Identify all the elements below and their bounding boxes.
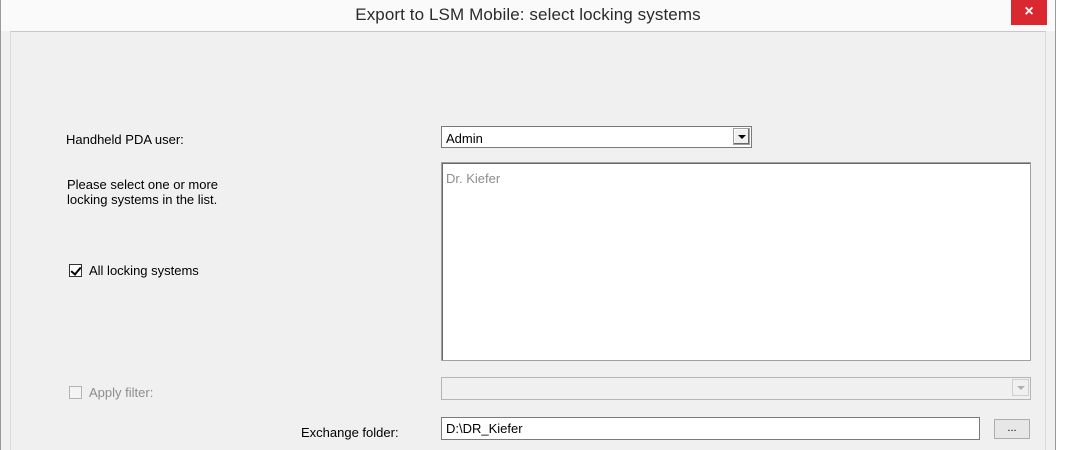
dialog-content: Handheld PDA user: Admin Please select o…	[10, 31, 1046, 450]
all-locking-systems-label[interactable]: All locking systems	[89, 263, 199, 278]
pda-user-dropdown-button[interactable]	[733, 128, 750, 145]
apply-filter-checkbox[interactable]	[69, 386, 82, 399]
list-item[interactable]: Dr. Kiefer	[446, 171, 500, 186]
instructions-line-1: Please select one or more	[67, 177, 219, 192]
pda-user-label: Handheld PDA user:	[66, 132, 184, 147]
locking-systems-list[interactable]: Dr. Kiefer	[441, 162, 1031, 361]
filter-select[interactable]	[441, 377, 1031, 400]
all-locking-systems-checkbox[interactable]	[69, 264, 82, 277]
pda-user-value: Admin	[446, 131, 483, 146]
exchange-folder-value: D:\DR_Kiefer	[446, 421, 523, 436]
exchange-folder-label: Exchange folder:	[301, 425, 399, 440]
apply-filter-label[interactable]: Apply filter:	[89, 385, 153, 400]
exchange-folder-input[interactable]: D:\DR_Kiefer	[441, 417, 980, 440]
filter-dropdown-button[interactable]	[1012, 379, 1029, 396]
pda-user-select[interactable]: Admin	[441, 126, 752, 148]
chevron-down-icon	[1017, 386, 1025, 390]
window-title: Export to LSM Mobile: select locking sys…	[355, 5, 701, 24]
instructions-line-2: locking systems in the list.	[67, 192, 218, 207]
close-icon: ×	[1024, 3, 1034, 20]
browse-folder-button[interactable]: ...	[994, 419, 1030, 439]
export-dialog: Export to LSM Mobile: select locking sys…	[0, 0, 1056, 450]
chevron-down-icon	[738, 135, 746, 139]
title-bar[interactable]: Export to LSM Mobile: select locking sys…	[1, 0, 1055, 31]
close-button[interactable]: ×	[1011, 0, 1047, 25]
